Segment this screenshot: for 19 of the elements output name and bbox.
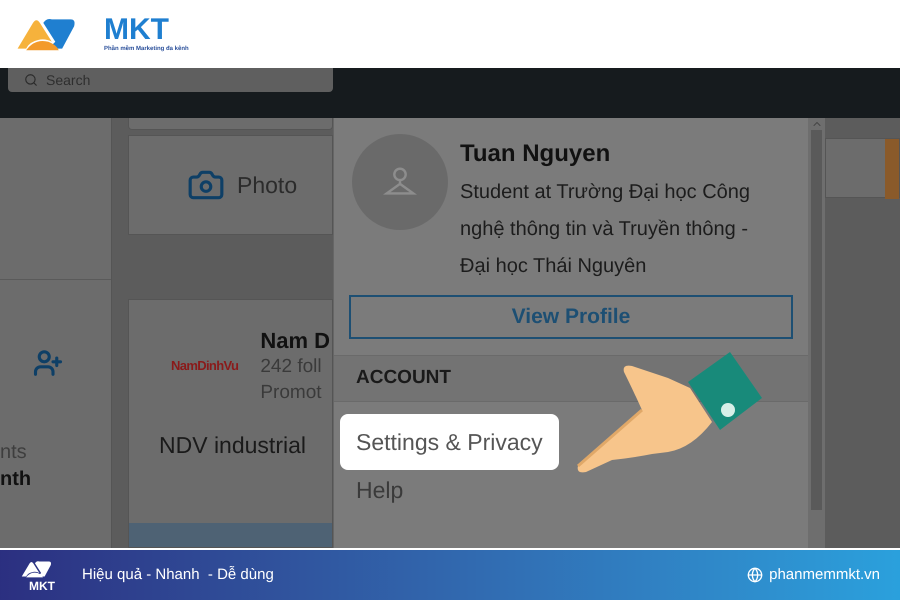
brand-name: MKT [104,14,170,44]
search-icon [24,73,38,87]
add-person-icon[interactable] [33,348,63,378]
scrollbar[interactable] [808,118,825,548]
company-name: Nam D [260,328,330,354]
footer-brand: MKT [29,580,55,592]
photo-button[interactable]: Photo [187,166,298,204]
menu-item[interactable]: Help [340,478,420,502]
menu-item[interactable]: Settings & Privacy [340,414,559,470]
post-text: NDV industrial [159,431,307,460]
profile-name: Tuan Nguyen [460,139,612,169]
stat-value: nth [0,467,32,492]
view-profile-button[interactable]: View Profile [349,295,793,339]
section-title: ACCOUNT [356,366,451,390]
website-link[interactable]: phanmemmkt.vn [769,564,880,586]
profile-headline: Student at Trường Đại học Công nghệ thông tin và Truyền thông - Đại học Thái Nguyên [460,180,751,279]
company-logo: NamDinhVu [171,357,238,374]
globe-icon [747,567,764,583]
footer-slogan: Hiệu quả - Nhanh - Dễ dùng [82,564,274,585]
